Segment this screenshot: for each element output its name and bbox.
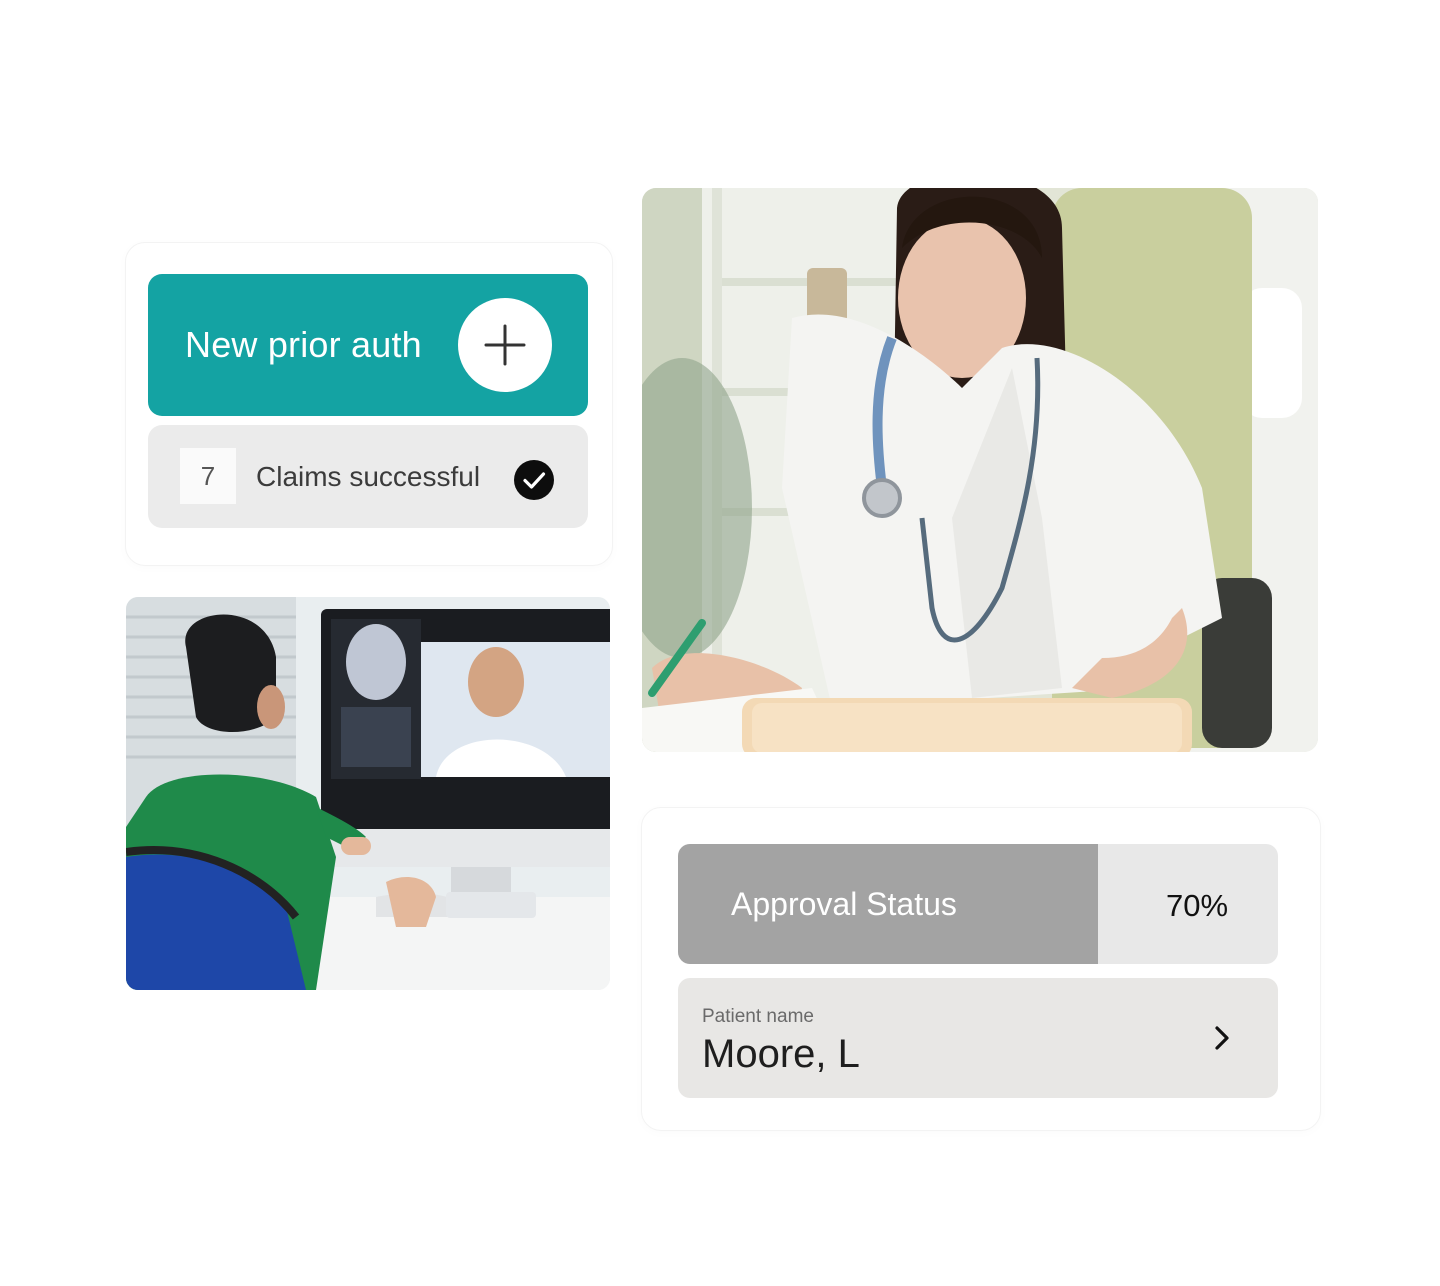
claims-label: Claims successful xyxy=(256,461,481,492)
approval-status-label: Approval Status xyxy=(731,886,957,922)
telehealth-photo xyxy=(126,597,610,990)
doctor-photo xyxy=(642,188,1318,752)
new-prior-auth-button[interactable]: New prior auth xyxy=(148,274,588,416)
new-prior-auth-label: New prior auth xyxy=(185,324,422,365)
patient-row[interactable]: Patient name Moore, L xyxy=(678,978,1278,1098)
approval-percent: 70% xyxy=(1166,888,1229,923)
claims-summary: 7 Claims successful xyxy=(148,425,588,528)
check-circle-icon xyxy=(514,460,554,500)
chevron-right-icon[interactable] xyxy=(1210,1025,1234,1051)
claims-count: 7 xyxy=(180,448,236,504)
approval-status-bar: Approval Status 70% xyxy=(678,844,1278,964)
patient-name-label: Patient name xyxy=(702,1006,814,1027)
plus-icon[interactable] xyxy=(458,298,552,392)
patient-name-value: Moore, L xyxy=(702,1032,860,1076)
